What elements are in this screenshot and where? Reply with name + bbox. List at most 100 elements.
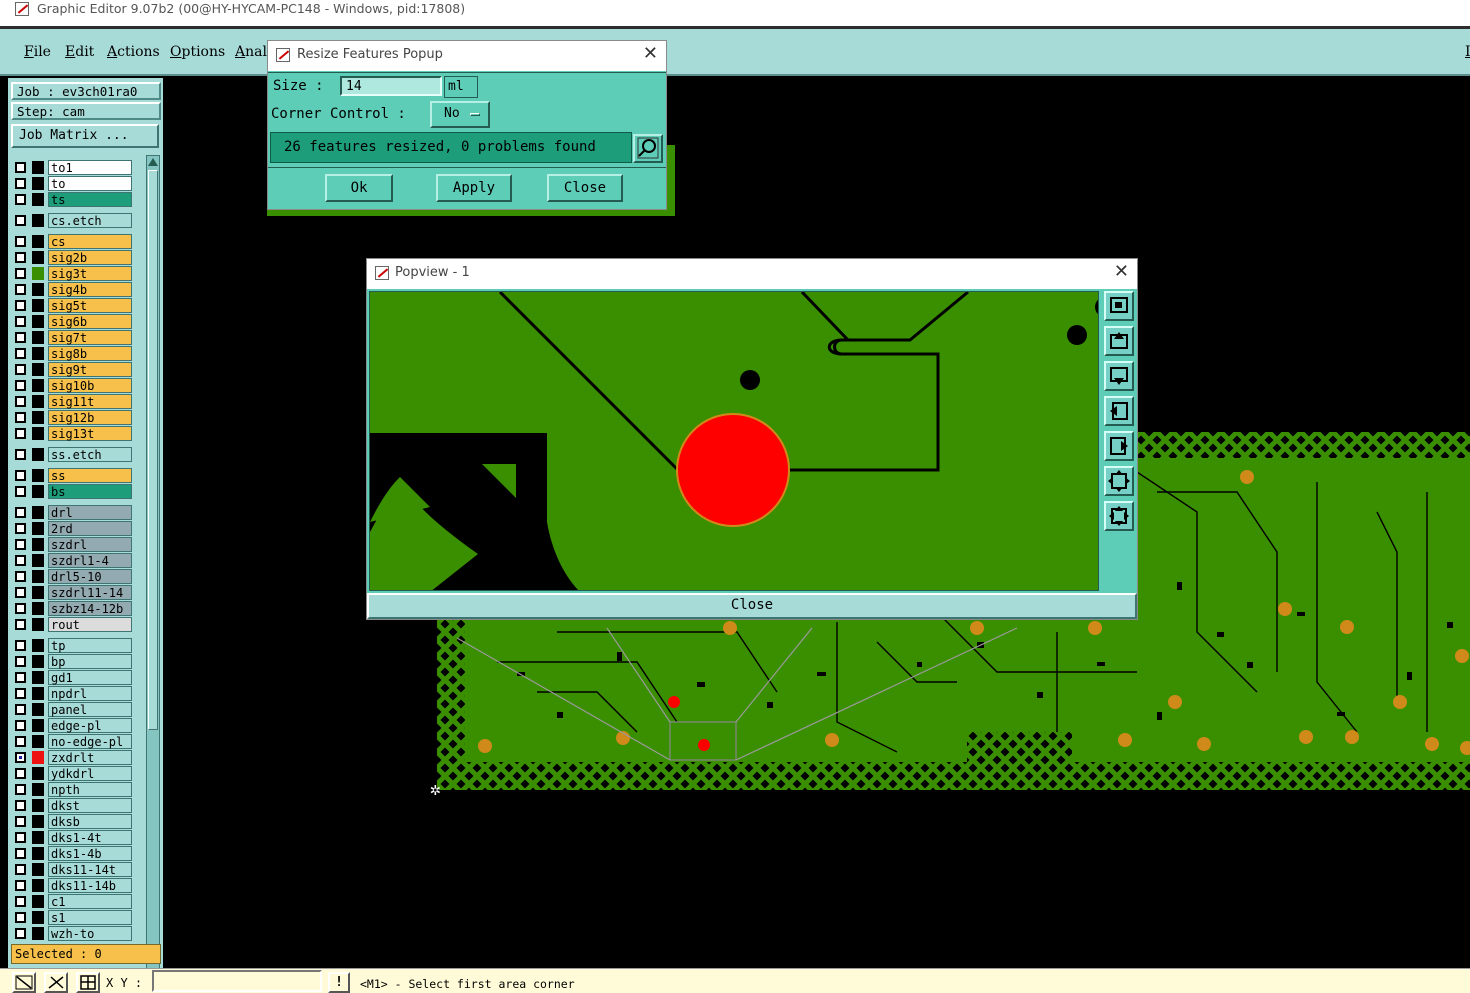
layer-row-npdrl[interactable]: npdrl [11, 685, 138, 701]
layer-name[interactable]: drl5-10 [48, 569, 132, 584]
layer-color-swatch[interactable] [32, 331, 44, 344]
layer-name[interactable]: sig12b [48, 410, 132, 425]
layer-row-sig10b[interactable]: sig10b [11, 377, 138, 393]
layer-color-swatch[interactable] [32, 655, 44, 668]
layer-checkbox[interactable] [15, 571, 26, 582]
layer-row-cs[interactable]: cs [11, 233, 138, 249]
layer-row-sig11t[interactable]: sig11t [11, 393, 138, 409]
layer-color-swatch[interactable] [32, 395, 44, 408]
layer-row-npth[interactable]: npth [11, 781, 138, 797]
layer-row-dks1-4t[interactable]: dks1-4t [11, 829, 138, 845]
layer-checkbox[interactable] [15, 800, 26, 811]
layer-color-swatch[interactable] [32, 315, 44, 328]
layer-color-swatch[interactable] [32, 767, 44, 780]
layer-checkbox[interactable] [15, 348, 26, 359]
layer-name[interactable]: bs [48, 484, 132, 499]
popview-tool-3[interactable] [1104, 361, 1134, 391]
layer-checkbox[interactable] [15, 178, 26, 189]
layer-checkbox[interactable] [15, 619, 26, 630]
layer-row-gd1[interactable]: gd1 [11, 669, 138, 685]
layer-row-ss[interactable]: ss [11, 467, 138, 483]
layer-name[interactable]: ss [48, 468, 132, 483]
layer-color-swatch[interactable] [32, 522, 44, 535]
layer-checkbox[interactable] [15, 194, 26, 205]
layer-checkbox[interactable] [15, 816, 26, 827]
layer-row-s1[interactable]: s1 [11, 909, 138, 925]
layer-name[interactable]: dks11-14t [48, 862, 132, 877]
layer-row-dks1-4b[interactable]: dks1-4b [11, 845, 138, 861]
layer-row-no-edge-pl[interactable]: no-edge-pl [11, 733, 138, 749]
layer-row-dks11-14t[interactable]: dks11-14t [11, 861, 138, 877]
layer-row-panel[interactable]: panel [11, 701, 138, 717]
popview-tool-1[interactable] [1104, 291, 1134, 321]
layer-row-drl[interactable]: drl [11, 504, 138, 520]
layer-checkbox[interactable] [15, 720, 26, 731]
alert-button[interactable]: ! [328, 972, 350, 993]
layer-color-swatch[interactable] [32, 538, 44, 551]
layer-color-swatch[interactable] [32, 193, 44, 206]
layer-name[interactable]: wzh-to [48, 926, 132, 941]
layer-checkbox[interactable] [15, 928, 26, 939]
layer-name[interactable]: rout [48, 617, 132, 632]
layer-name[interactable]: no-edge-pl [48, 734, 132, 749]
layer-row-dks11-14b[interactable]: dks11-14b [11, 877, 138, 893]
layer-checkbox[interactable] [15, 672, 26, 683]
menu-right[interactable]: I [1465, 44, 1470, 60]
layer-checkbox[interactable] [15, 768, 26, 779]
layer-color-swatch[interactable] [32, 177, 44, 190]
layer-checkbox[interactable] [15, 603, 26, 614]
menu-actions[interactable]: Actions [107, 44, 160, 60]
layer-color-swatch[interactable] [32, 411, 44, 424]
layer-row-szdrl11-14[interactable]: szdrl11-14 [11, 584, 138, 600]
layer-name[interactable]: sig7t [48, 330, 132, 345]
layer-name[interactable]: dks11-14b [48, 878, 132, 893]
layer-checkbox[interactable] [15, 162, 26, 173]
layer-checkbox[interactable] [15, 284, 26, 295]
layer-name[interactable]: sig11t [48, 394, 132, 409]
layer-checkbox[interactable] [15, 523, 26, 534]
layer-color-swatch[interactable] [32, 735, 44, 748]
layer-color-swatch[interactable] [32, 831, 44, 844]
job-matrix-button[interactable]: Job Matrix ... [11, 124, 159, 148]
layer-name[interactable]: gd1 [48, 670, 132, 685]
layer-color-swatch[interactable] [32, 927, 44, 940]
layer-row-zxdrlt[interactable]: zxdrlt [11, 749, 138, 765]
layer-checkbox[interactable] [15, 587, 26, 598]
layer-checkbox[interactable] [15, 396, 26, 407]
layer-color-swatch[interactable] [32, 618, 44, 631]
layer-checkbox[interactable] [15, 252, 26, 263]
layer-row-szdrl1-4[interactable]: szdrl1-4 [11, 552, 138, 568]
apply-button[interactable]: Apply [436, 174, 512, 202]
layer-color-swatch[interactable] [32, 703, 44, 716]
layer-row-sig8b[interactable]: sig8b [11, 345, 138, 361]
layer-name[interactable]: npdrl [48, 686, 132, 701]
layer-name[interactable]: sig8b [48, 346, 132, 361]
layer-color-swatch[interactable] [32, 554, 44, 567]
layer-name[interactable]: sig2b [48, 250, 132, 265]
layer-row-bs[interactable]: bs [11, 483, 138, 499]
layer-row-sig2b[interactable]: sig2b [11, 249, 138, 265]
layer-checkbox[interactable] [15, 486, 26, 497]
layer-color-swatch[interactable] [32, 299, 44, 312]
layer-color-swatch[interactable] [32, 863, 44, 876]
layer-row-to[interactable]: to [11, 175, 138, 191]
layer-checkbox[interactable] [15, 752, 26, 763]
layer-checkbox[interactable] [15, 656, 26, 667]
layer-name[interactable]: bp [48, 654, 132, 669]
layer-checkbox[interactable] [15, 300, 26, 311]
layer-checkbox[interactable] [15, 316, 26, 327]
layer-name[interactable]: sig13t [48, 426, 132, 441]
layer-checkbox[interactable] [15, 880, 26, 891]
layer-color-swatch[interactable] [32, 161, 44, 174]
layer-color-swatch[interactable] [32, 799, 44, 812]
layer-name[interactable]: szdrl11-14 [48, 585, 132, 600]
popview-tool-5[interactable] [1104, 431, 1134, 461]
layer-name[interactable]: c1 [48, 894, 132, 909]
layer-checkbox[interactable] [15, 364, 26, 375]
layer-color-swatch[interactable] [32, 671, 44, 684]
layer-checkbox[interactable] [15, 864, 26, 875]
layer-name[interactable]: dksb [48, 814, 132, 829]
layer-color-swatch[interactable] [32, 586, 44, 599]
menu-file[interactable]: File [24, 44, 51, 60]
layer-color-swatch[interactable] [32, 815, 44, 828]
